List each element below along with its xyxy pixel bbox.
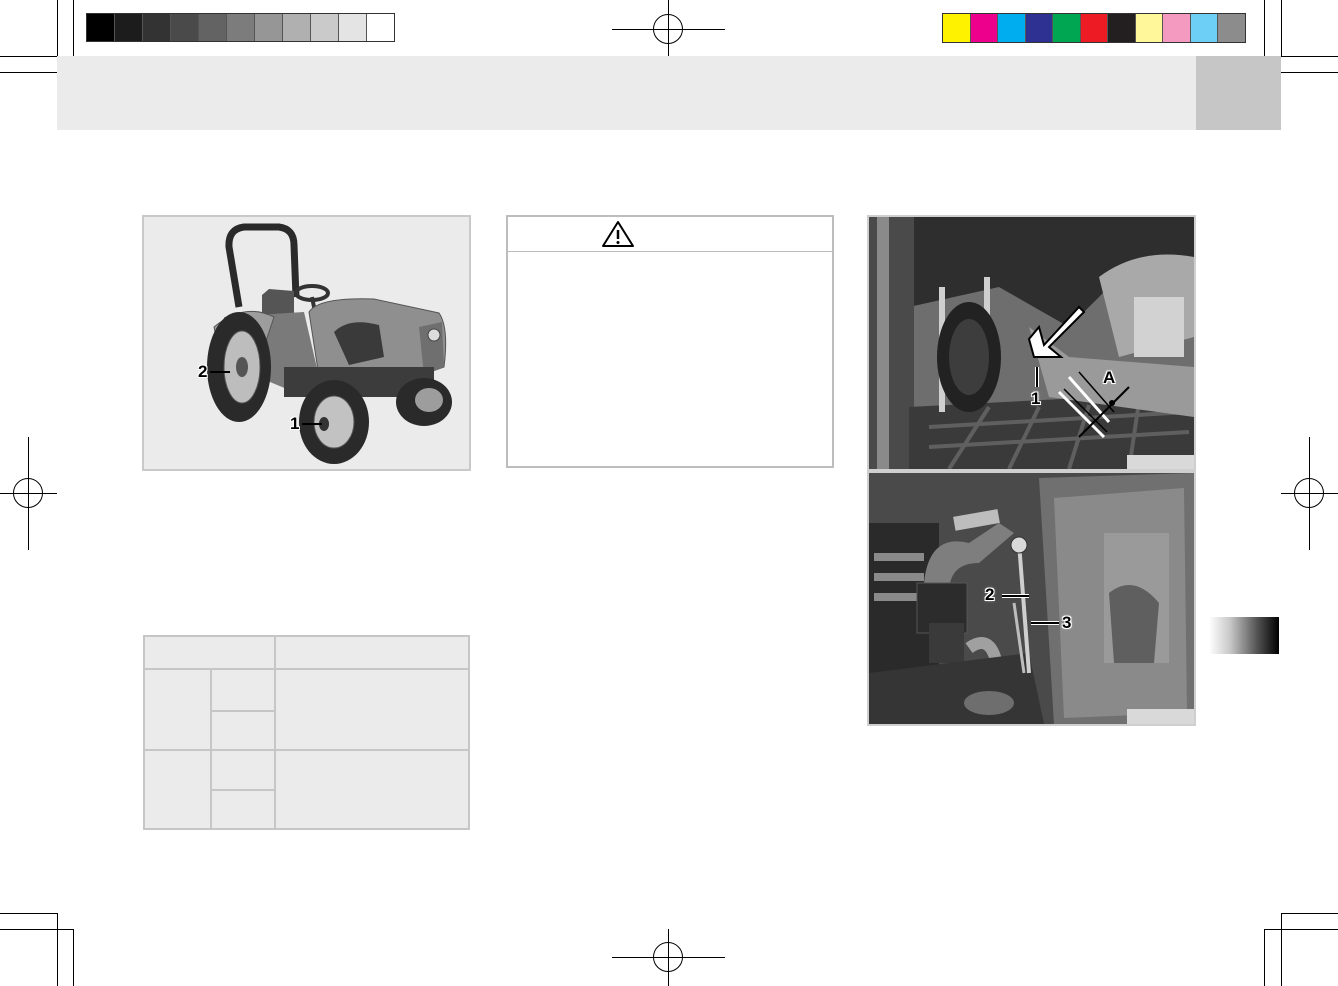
color-swatch [1218, 14, 1245, 42]
crop-mark [57, 913, 58, 986]
tractor-figure: 2 1 [142, 215, 471, 471]
chapter-thumb-index [1209, 617, 1279, 654]
gray-swatch [143, 14, 171, 41]
registration-circle [13, 478, 43, 508]
color-swatch [1108, 14, 1136, 42]
crop-mark [1281, 0, 1282, 57]
gray-swatch [199, 14, 227, 41]
table-header-divider [274, 637, 276, 670]
page-header-band [57, 56, 1196, 130]
table-row-divider [212, 789, 274, 791]
table-row-divider [145, 749, 468, 751]
warning-box [506, 215, 834, 468]
gray-swatch [87, 14, 115, 41]
color-swatch [998, 14, 1026, 42]
crop-mark [0, 913, 57, 914]
callout-A: A [1103, 368, 1116, 387]
crop-mark [0, 72, 57, 73]
crop-mark [73, 929, 74, 986]
color-swatch [1053, 14, 1081, 42]
color-swatch [1025, 14, 1053, 42]
crop-mark [0, 929, 73, 930]
gray-swatch [283, 14, 311, 41]
crop-mark [1281, 56, 1338, 57]
gray-swatch [227, 14, 255, 41]
crop-mark [1264, 929, 1338, 930]
color-swatch [1163, 14, 1191, 42]
registration-circle [1294, 478, 1324, 508]
callout-2: 2 [985, 585, 995, 604]
chapter-tab [1196, 56, 1281, 130]
tractor-illustration [207, 223, 452, 464]
crop-mark [1264, 929, 1265, 986]
callout-2: 2 [198, 362, 208, 381]
crop-mark [0, 56, 57, 57]
gray-swatch [367, 14, 394, 41]
crop-mark [1281, 913, 1338, 914]
gray-swatch [339, 14, 367, 41]
warning-header [508, 217, 832, 252]
callout-1: 1 [290, 414, 300, 433]
warning-triangle-icon [602, 221, 634, 247]
gray-swatch [255, 14, 283, 41]
engine-photo: 2 3 [867, 471, 1196, 726]
pedal-photo-image [869, 217, 1194, 469]
engine-photo-image [869, 473, 1194, 724]
table-header-row [145, 637, 468, 670]
gray-swatch [311, 14, 339, 41]
callout-1: 1 [1031, 389, 1041, 408]
registration-circle [653, 942, 683, 972]
crop-mark [1264, 0, 1265, 57]
crop-mark [57, 0, 58, 57]
color-calibration-bar [942, 13, 1246, 43]
gray-swatch [115, 14, 143, 41]
grayscale-calibration-bar [86, 13, 395, 42]
color-swatch [1080, 14, 1108, 42]
crop-mark [1281, 72, 1338, 73]
crop-mark [73, 0, 74, 57]
callout-3: 3 [1062, 613, 1072, 632]
color-swatch [1135, 14, 1163, 42]
color-swatch [943, 14, 971, 42]
table-row-divider [212, 710, 274, 712]
registration-circle [653, 14, 683, 44]
color-swatch [1190, 14, 1218, 42]
crop-mark [1281, 913, 1282, 986]
gray-swatch [171, 14, 199, 41]
spec-table [143, 635, 470, 830]
pedal-photo: A 1 [867, 215, 1196, 471]
color-swatch [970, 14, 998, 42]
